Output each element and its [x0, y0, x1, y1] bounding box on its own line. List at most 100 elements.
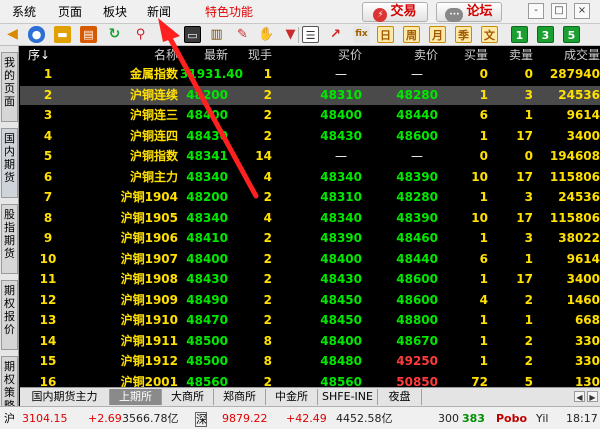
cell-ask: —: [411, 67, 423, 81]
exchange-tab[interactable]: 上期所: [110, 389, 162, 405]
month-period-button[interactable]: 月: [429, 26, 446, 43]
table-row[interactable]: 9 沪铜1906 48410 2 48390 48460 1 3 38022: [20, 229, 600, 248]
cell-latest: 48400: [186, 251, 228, 266]
exchange-tab[interactable]: 大商所: [162, 389, 214, 405]
cell-name: 沪铜连四: [129, 128, 178, 143]
week-period-button[interactable]: 周: [403, 26, 420, 43]
table-row[interactable]: 5 沪铜指数 48341 14 — — 0 0 194608: [20, 147, 600, 166]
cell-seq: 13: [39, 313, 57, 327]
cell-ask: 48280: [396, 87, 438, 102]
left-tab-option-quotes[interactable]: 期权报价: [1, 280, 18, 350]
exchange-tab[interactable]: 中金所: [266, 389, 318, 405]
menu-sector[interactable]: 板块: [101, 3, 129, 21]
hand-icon[interactable]: ✋: [258, 26, 275, 43]
table-row[interactable]: 14 沪铜1911 48500 8 48400 48670 1 2 330: [20, 332, 600, 351]
minimize-button[interactable]: -: [528, 3, 544, 19]
column-header-bid[interactable]: 买价: [320, 48, 362, 63]
one-minute-button[interactable]: 1: [511, 26, 528, 43]
cell-latest: 48560: [186, 374, 228, 388]
left-tab-option-strategy[interactable]: 期权策略: [1, 356, 18, 412]
exchange-tab[interactable]: 郑商所: [214, 389, 266, 405]
cell-name: 沪铜2001: [120, 374, 178, 388]
exchange-tab[interactable]: SHFE-INE: [318, 389, 378, 405]
menu-system[interactable]: 系统: [10, 3, 38, 21]
sh-index-amount: 3566.78亿: [122, 412, 179, 425]
table-row[interactable]: 13 沪铜1910 48470 2 48450 48800 1 1 668: [20, 311, 600, 330]
close-button[interactable]: ×: [574, 3, 590, 19]
trade-button[interactable]: ⚡ 交易: [362, 2, 428, 22]
menu-news[interactable]: 新闻: [145, 3, 173, 21]
table-row[interactable]: 10 沪铜1907 48400 2 48400 48440 6 1 9614: [20, 250, 600, 269]
column-header-ask-volume[interactable]: 卖量: [491, 48, 533, 63]
cell-bv: 10: [471, 169, 488, 184]
left-tab-my-page[interactable]: 我的页面: [1, 52, 18, 122]
cell-av: 0: [524, 149, 533, 163]
day-period-button[interactable]: 日: [377, 26, 394, 43]
cell-name: 金属指数: [129, 67, 178, 81]
menu-special-features[interactable]: 特色功能: [203, 3, 255, 21]
notepad-icon[interactable]: ▥: [208, 26, 225, 43]
cell-name: 沪铜1911: [120, 333, 178, 348]
refresh-icon[interactable]: ↻: [106, 26, 123, 43]
season-period-button[interactable]: 季: [455, 26, 472, 43]
list-view-icon[interactable]: ☰: [302, 26, 319, 43]
line-chart-icon[interactable]: ↗: [327, 26, 344, 43]
filter-icon[interactable]: ▼: [282, 26, 299, 43]
column-header-seq[interactable]: 序↓: [28, 48, 50, 63]
table-row[interactable]: 7 沪铜1904 48200 2 48310 48280 1 3 24536: [20, 188, 600, 207]
cell-vol: 3400: [566, 128, 600, 143]
left-tab-domestic-futures[interactable]: 国内期货: [1, 128, 18, 198]
folder-icon[interactable]: ▬: [54, 26, 71, 43]
table-row[interactable]: 12 沪铜1909 48490 2 48450 48600 4 2 1460: [20, 291, 600, 310]
year-period-button[interactable]: 文: [481, 26, 498, 43]
table-row[interactable]: 8 沪铜1905 48340 4 48340 48390 10 17 115806: [20, 209, 600, 228]
cell-name: 沪铜连三: [129, 108, 178, 122]
signal-icon: Yil: [536, 412, 549, 425]
table-row[interactable]: 4 沪铜连四 48430 2 48430 48600 1 17 3400: [20, 127, 600, 146]
cell-bv: 1: [479, 272, 488, 286]
table-row[interactable]: 3 沪铜连三 48400 2 48400 48440 6 1 9614: [20, 106, 600, 125]
five-minute-button[interactable]: 5: [563, 26, 580, 43]
globe-icon[interactable]: ●: [28, 26, 45, 43]
column-header-volume[interactable]: 成交量: [534, 48, 600, 63]
forum-button[interactable]: ··· 论坛: [436, 2, 502, 22]
exchange-tab[interactable]: 夜盘: [378, 389, 422, 405]
magnifier-icon[interactable]: ⚲: [132, 26, 149, 43]
cell-cur: 2: [263, 87, 272, 102]
cell-seq: 3: [43, 108, 53, 122]
column-header-name[interactable]: 名称: [128, 48, 178, 63]
pen-icon[interactable]: ✎: [234, 26, 251, 43]
column-header-current[interactable]: 现手: [230, 48, 272, 63]
cell-latest: 48400: [186, 108, 228, 122]
cell-seq: 5: [43, 149, 53, 163]
cell-cur: 8: [263, 354, 272, 368]
forum-button-label: 论坛: [466, 4, 493, 19]
cell-bv: 72: [471, 374, 488, 388]
fix-icon[interactable]: fix: [353, 26, 370, 43]
cell-cur: 14: [255, 149, 272, 163]
menu-page[interactable]: 页面: [56, 3, 84, 21]
cell-av: 0: [524, 67, 533, 81]
cell-ask: 50850: [396, 374, 438, 388]
table-row[interactable]: 6 沪铜主力 48340 4 48340 48390 10 17 115806: [20, 168, 600, 187]
table-row[interactable]: 2 沪铜连续 48200 2 48310 48280 1 3 24536: [20, 85, 600, 105]
table-row[interactable]: 16 沪铜2001 48560 2 48560 50850 72 5 130: [20, 373, 600, 388]
cell-vol: 668: [574, 313, 600, 327]
tab-scroll-right-icon[interactable]: ▶: [587, 391, 598, 402]
restore-button[interactable]: □: [551, 3, 567, 19]
tab-scroll-left-icon[interactable]: ◀: [574, 391, 585, 402]
column-header-bid-volume[interactable]: 买量: [446, 48, 488, 63]
table-row[interactable]: 15 沪铜1912 48500 8 48480 49250 1 2 330: [20, 352, 600, 371]
table-row[interactable]: 1 金属指数 31931.40 1 — — 0 0 287940: [20, 65, 600, 84]
back-arrow-icon[interactable]: ◀: [4, 26, 21, 43]
zoom-icon[interactable]: ⊖: [158, 26, 175, 43]
column-header-ask[interactable]: 卖价: [396, 48, 438, 63]
cell-vol: 1460: [566, 292, 600, 307]
window-icon[interactable]: ▭: [184, 26, 201, 43]
book-icon[interactable]: ▤: [80, 26, 97, 43]
exchange-tab[interactable]: 国内期货主力: [20, 389, 110, 405]
left-tab-index-futures[interactable]: 股指期货: [1, 204, 18, 274]
column-header-latest[interactable]: 最新: [188, 48, 228, 63]
table-row[interactable]: 11 沪铜1908 48430 2 48430 48600 1 17 3400: [20, 270, 600, 289]
three-minute-button[interactable]: 3: [537, 26, 554, 43]
